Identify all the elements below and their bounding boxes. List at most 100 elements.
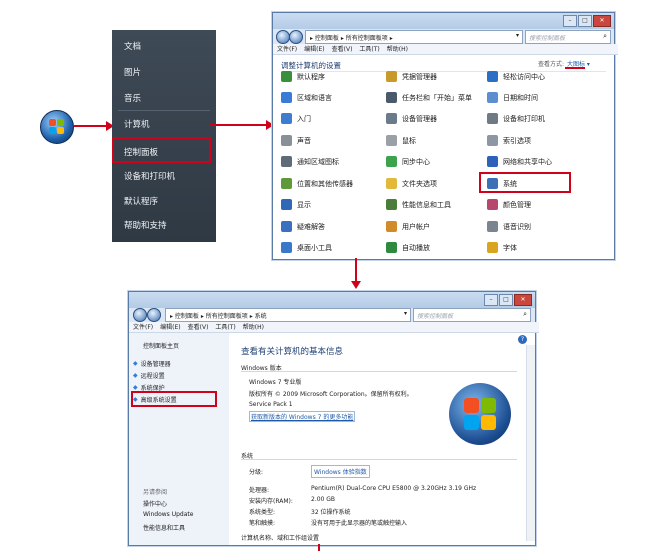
start-item-default-programs[interactable]: 默认程序 <box>124 195 158 207</box>
start-item-devices-printers[interactable]: 设备和打印机 <box>124 170 175 182</box>
cp-item-fonts[interactable]: 字体 <box>487 242 517 253</box>
getting-started-icon <box>281 113 292 124</box>
sidebar-link-device-manager[interactable]: ◆ 设备管理器 <box>133 359 171 368</box>
cp-item-display[interactable]: 显示 <box>281 199 311 210</box>
copyright-text: 版权所有 © 2009 Microsoft Corporation。保留所有权利… <box>249 391 413 398</box>
minimize-button[interactable]: – <box>563 15 577 27</box>
view-by-underline <box>565 67 585 69</box>
menu-help[interactable]: 帮助(H) <box>387 46 408 53</box>
help-icon[interactable]: ? <box>518 335 527 344</box>
cp-item-mouse[interactable]: 鼠标 <box>386 135 416 146</box>
region-language-icon <box>281 92 292 103</box>
sidebar-link-remote-settings[interactable]: ◆ 远程设置 <box>133 371 165 380</box>
cp-item-color-management[interactable]: 颜色管理 <box>487 199 531 210</box>
menu-tools[interactable]: 工具(T) <box>215 324 235 331</box>
fonts-icon <box>487 242 498 253</box>
cp-item-date-time[interactable]: 日期和时间 <box>487 92 538 103</box>
cp-item-network[interactable]: 网络和共享中心 <box>487 156 552 167</box>
control-panel-window: – □ ✕ ▸ 控制面板 ▸ 所有控制面板项 ▸ ▾ 搜索控制面板 ⌕ 文件(F… <box>272 12 618 260</box>
breadcrumb-control-panel[interactable]: 控制面板 <box>175 313 199 320</box>
cp-item-indexing[interactable]: 索引选项 <box>487 135 531 146</box>
start-item-documents[interactable]: 文档 <box>124 40 141 52</box>
cp-item-region-language[interactable]: 区域和语言 <box>281 92 332 103</box>
cp-item-notification-icons[interactable]: 通知区域图标 <box>281 156 339 167</box>
address-bar[interactable]: ▸ 控制面板 ▸ 所有控制面板项 ▸ 系统 ▾ <box>165 308 411 322</box>
menu-view[interactable]: 查看(V) <box>188 324 209 331</box>
indexing-icon <box>487 135 498 146</box>
breadcrumb-all-items[interactable]: 所有控制面板项 <box>206 313 248 320</box>
sidebar-home-link[interactable]: 控制面板主页 <box>143 341 179 350</box>
network-icon <box>487 156 498 167</box>
cp-item-credential-manager[interactable]: 凭据管理器 <box>386 71 437 82</box>
cp-item-ease-of-access[interactable]: 轻松访问中心 <box>487 71 545 82</box>
cp-item-devices-printers[interactable]: 设备和打印机 <box>487 113 545 124</box>
system-row-value: Pentium(R) Dual-Core CPU E5800 @ 3.20GHz… <box>311 485 477 492</box>
menu-file[interactable]: 文件(F) <box>277 46 297 53</box>
menu-edit[interactable]: 编辑(E) <box>304 46 324 53</box>
cp-item-user-accounts[interactable]: 用户帐户 <box>386 221 430 232</box>
forward-button[interactable] <box>147 308 161 322</box>
address-bar[interactable]: ▸ 控制面板 ▸ 所有控制面板项 ▸ ▾ <box>305 30 523 44</box>
cp-item-performance[interactable]: 性能信息和工具 <box>386 199 451 210</box>
cp-item-gadgets[interactable]: 桌面小工具 <box>281 242 332 253</box>
start-item-music[interactable]: 音乐 <box>124 92 141 104</box>
start-menu-right-pane: 文档 图片 音乐 计算机 控制面板 设备和打印机 默认程序 帮助和支持 <box>112 30 216 242</box>
search-box[interactable]: 搜索控制面板 ⌕ <box>525 30 611 44</box>
menu-help[interactable]: 帮助(H) <box>243 324 264 331</box>
maximize-button[interactable]: □ <box>578 15 592 27</box>
cp-item-speech[interactable]: 语音识别 <box>487 221 531 232</box>
search-icon[interactable]: ⌕ <box>603 32 607 41</box>
cp-item-autoplay[interactable]: 自动播放 <box>386 242 430 253</box>
highlight-advanced-settings <box>131 391 217 407</box>
breadcrumb-system[interactable]: 系统 <box>255 313 267 320</box>
system-row-label: 笔和触摸: <box>249 520 276 527</box>
cp-item-sound[interactable]: 声音 <box>281 135 311 146</box>
maximize-button[interactable]: □ <box>499 294 513 306</box>
start-item-computer[interactable]: 计算机 <box>124 118 150 130</box>
windows-start-orb-icon[interactable] <box>40 110 74 144</box>
cp-item-sync-center[interactable]: 同步中心 <box>386 156 430 167</box>
cp-item-label: 凭据管理器 <box>402 72 437 81</box>
heading-divider <box>281 71 606 72</box>
footer-header: 计算机名称、域和工作组设置 <box>241 535 320 542</box>
cp-item-folder-options[interactable]: 文件夹选项 <box>386 178 437 189</box>
breadcrumb-control-panel[interactable]: 控制面板 <box>315 35 339 42</box>
experience-index-link[interactable]: Windows 体验指数 <box>311 465 370 478</box>
close-button[interactable]: ✕ <box>514 294 532 306</box>
breadcrumb-all-items[interactable]: 所有控制面板项 <box>346 35 388 42</box>
start-item-pictures[interactable]: 图片 <box>124 66 141 78</box>
cp-item-taskbar[interactable]: 任务栏和「开始」菜单 <box>386 92 472 103</box>
search-icon[interactable]: ⌕ <box>523 310 527 319</box>
cp-item-location[interactable]: 位置和其他传感器 <box>281 178 353 189</box>
sidebar-link-label: 设备管理器 <box>140 361 171 368</box>
back-button[interactable] <box>133 308 147 322</box>
sidebar-link-label: 远程设置 <box>140 373 165 380</box>
see-also-windows-update[interactable]: Windows Update <box>143 511 193 518</box>
cp-item-label: 显示 <box>297 200 311 209</box>
back-button[interactable] <box>276 30 290 44</box>
see-also-performance[interactable]: 性能信息和工具 <box>143 523 185 532</box>
dropdown-icon[interactable]: ▾ <box>404 310 407 317</box>
cp-item-default-programs[interactable]: 默认程序 <box>281 71 325 82</box>
start-item-help-support[interactable]: 帮助和支持 <box>124 219 167 231</box>
minimize-button[interactable]: – <box>484 294 498 306</box>
search-box[interactable]: 搜索控制面板 ⌕ <box>413 308 531 322</box>
color-management-icon <box>487 199 498 210</box>
close-button[interactable]: ✕ <box>593 15 611 27</box>
menu-view[interactable]: 查看(V) <box>332 46 353 53</box>
menu-file[interactable]: 文件(F) <box>133 324 153 331</box>
cp-item-device-manager[interactable]: 设备管理器 <box>386 113 437 124</box>
menu-tools[interactable]: 工具(T) <box>359 46 379 53</box>
scrollbar[interactable] <box>526 345 535 541</box>
cp-item-label: 设备管理器 <box>402 114 437 123</box>
cp-item-getting-started[interactable]: 入门 <box>281 113 311 124</box>
autoplay-icon <box>386 242 397 253</box>
cp-item-troubleshooting[interactable]: 疑难解答 <box>281 221 325 232</box>
menu-edit[interactable]: 编辑(E) <box>160 324 180 331</box>
system-row-label: 系统类型: <box>249 509 276 516</box>
forward-button[interactable] <box>289 30 303 44</box>
cp-item-label: 设备和打印机 <box>503 114 545 123</box>
see-also-action-center[interactable]: 操作中心 <box>143 499 167 508</box>
dropdown-icon[interactable]: ▾ <box>516 32 519 39</box>
upgrade-link[interactable]: 获取新版本的 Windows 7 的更多功能 <box>249 411 356 422</box>
